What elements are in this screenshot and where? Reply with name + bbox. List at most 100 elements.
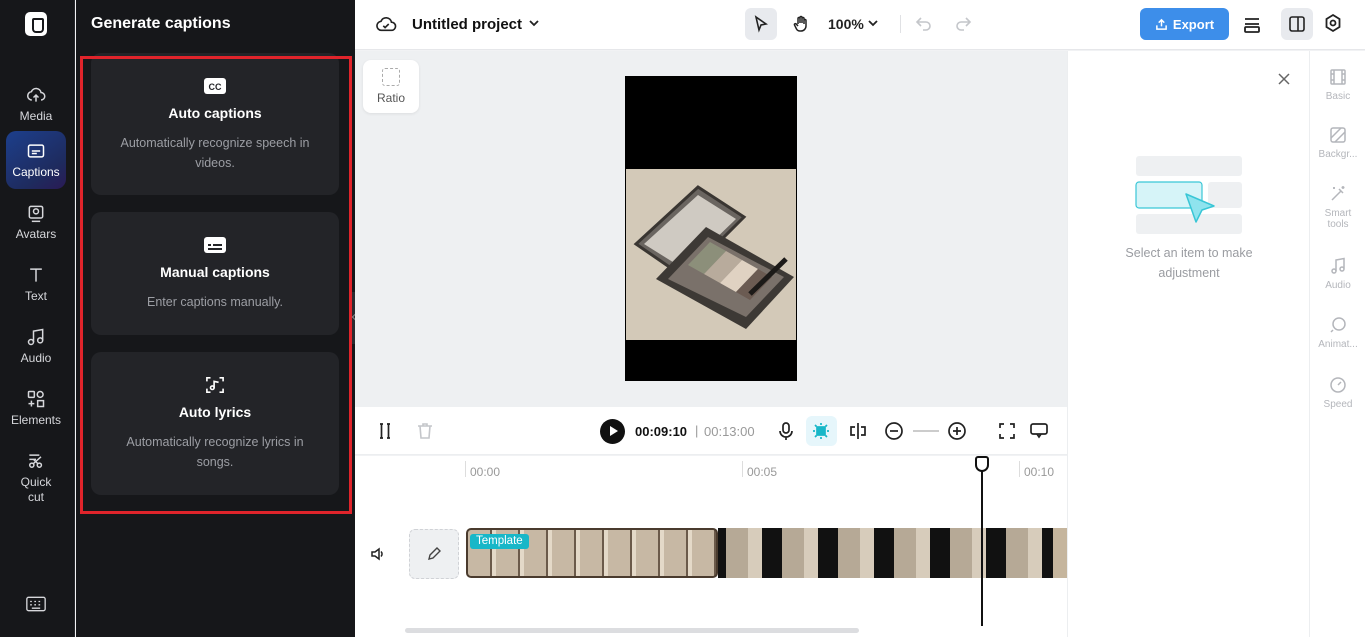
microphone-icon[interactable] <box>776 421 796 441</box>
speed-icon <box>1330 377 1346 393</box>
chevron-down-icon[interactable] <box>867 17 879 29</box>
rail-item-text[interactable]: Text <box>6 256 66 312</box>
hand-tool-button[interactable] <box>785 8 817 40</box>
upload-icon <box>1156 18 1167 30</box>
rail-label: Captions <box>12 164 60 179</box>
card-description: Automatically recognize lyrics in songs. <box>126 435 304 469</box>
ratio-button[interactable]: Ratio <box>363 60 419 113</box>
elements-icon <box>27 390 45 407</box>
tick-label: 00:10 <box>1024 465 1055 479</box>
redo-icon[interactable] <box>954 14 972 32</box>
zoom-level[interactable]: 100% <box>828 16 864 32</box>
auto-lyrics-card[interactable]: Auto lyrics Automatically recognize lyri… <box>91 352 339 495</box>
select-tool-button[interactable] <box>745 8 777 40</box>
empty-state-text: Select an item to make adjustment <box>1125 246 1253 280</box>
layers-icon[interactable] <box>1242 14 1262 34</box>
rail-label: Media <box>19 108 53 123</box>
animation-icon <box>1330 317 1346 333</box>
captions-panel: Generate captions CC Auto captions Autom… <box>76 0 355 637</box>
tick-line <box>1019 461 1020 477</box>
manual-captions-card[interactable]: Manual captions Enter captions manually. <box>91 212 339 335</box>
rail-item-captions[interactable]: Captions <box>6 131 66 189</box>
split-icon[interactable] <box>375 421 395 441</box>
magnet-snap-icon <box>813 423 829 439</box>
rail-label: Text <box>24 288 47 303</box>
keyboard-shortcuts-icon[interactable] <box>26 596 46 612</box>
play-button[interactable] <box>600 419 625 444</box>
chevron-down-icon[interactable] <box>527 16 541 30</box>
close-icon[interactable] <box>1277 72 1291 86</box>
cursor-icon <box>754 15 768 33</box>
ratio-icon <box>382 68 400 86</box>
template-badge: Template <box>470 534 529 549</box>
playhead-line[interactable] <box>981 456 983 626</box>
top-bar: Untitled project 100% Export <box>355 0 1365 50</box>
prop-smart-tools[interactable]: Smart tools <box>1310 185 1365 230</box>
video-clip[interactable] <box>718 528 1053 578</box>
fit-to-screen-icon[interactable] <box>997 421 1017 441</box>
timeline-scrollbar[interactable] <box>405 628 859 633</box>
tick-label: 00:00 <box>470 465 501 479</box>
export-label: Export <box>1172 16 1215 32</box>
auto-snap-button[interactable] <box>806 416 837 446</box>
magic-wand-icon <box>1331 186 1345 201</box>
layout-toggle-button[interactable] <box>1281 8 1313 40</box>
rail-item-audio[interactable]: Audio <box>6 318 66 374</box>
toolbar-divider <box>900 15 901 33</box>
left-rail: Media Captions Avatars Text Audio Elemen… <box>0 0 75 637</box>
music-note-icon <box>27 328 44 345</box>
total-time: 00:13:00 <box>704 424 755 439</box>
rail-label: Quick cut <box>20 475 52 504</box>
pencil-icon <box>428 547 441 560</box>
timeline-zoom-slider[interactable] <box>913 430 939 432</box>
video-frame-image <box>626 169 796 340</box>
rail-label: Elements <box>10 412 62 427</box>
edit-cover-button[interactable] <box>409 529 459 579</box>
prop-audio[interactable]: Audio <box>1310 257 1365 291</box>
split-clip-icon[interactable] <box>848 421 868 441</box>
timeline-area[interactable]: 00:00 00:05 00:10 Template <box>355 456 1067 637</box>
prop-label: Animat... <box>1318 339 1358 350</box>
project-name[interactable]: Untitled project <box>412 16 522 33</box>
rail-item-elements[interactable]: Elements <box>6 380 66 436</box>
lyrics-icon <box>206 376 224 394</box>
zoom-in-icon[interactable] <box>947 421 967 441</box>
keyboard-caption-icon <box>204 237 226 253</box>
trash-icon[interactable] <box>415 421 435 441</box>
split-panel-icon <box>1289 16 1305 32</box>
auto-captions-card[interactable]: CC Auto captions Automatically recognize… <box>91 53 339 195</box>
rail-item-media[interactable]: Media <box>6 76 66 132</box>
hand-icon <box>793 15 807 32</box>
current-time: 00:09:10 <box>635 424 688 439</box>
zoom-out-icon[interactable] <box>884 421 904 441</box>
comment-icon[interactable] <box>1029 421 1049 441</box>
video-preview[interactable] <box>625 76 797 381</box>
avatar-icon <box>28 205 44 222</box>
video-clip[interactable] <box>1053 528 1067 578</box>
prop-speed[interactable]: Speed <box>1310 376 1365 410</box>
music-note-icon <box>1331 257 1345 274</box>
playhead-handle[interactable] <box>975 456 989 472</box>
gear-icon[interactable] <box>1323 13 1343 33</box>
card-description: Automatically recognize speech in videos… <box>120 136 310 170</box>
prop-basic[interactable]: Basic <box>1310 68 1365 102</box>
card-title: Auto captions <box>168 105 262 121</box>
prop-label: Basic <box>1325 91 1351 102</box>
tick-label: 00:05 <box>747 465 778 479</box>
undo-icon[interactable] <box>915 14 933 32</box>
prop-background[interactable]: Backgr... <box>1310 126 1365 160</box>
export-button[interactable]: Export <box>1140 8 1229 40</box>
prop-animation[interactable]: Animat... <box>1310 316 1365 350</box>
properties-rail: Basic Backgr... Smart tools Audio Animat… <box>1309 51 1365 637</box>
rail-item-quick-cut[interactable]: Quick cut <box>6 446 66 510</box>
cloud-save-icon[interactable] <box>375 14 397 34</box>
empty-state-illustration <box>1135 156 1242 234</box>
volume-icon[interactable] <box>370 546 386 562</box>
prop-label: Backgr... <box>1318 149 1358 160</box>
cc-icon: CC <box>204 78 226 94</box>
rail-item-avatars[interactable]: Avatars <box>6 194 66 250</box>
captions-icon <box>27 143 45 158</box>
rail-label: Audio <box>20 350 52 365</box>
tick-line <box>465 461 466 477</box>
card-description: Enter captions manually. <box>147 295 283 309</box>
